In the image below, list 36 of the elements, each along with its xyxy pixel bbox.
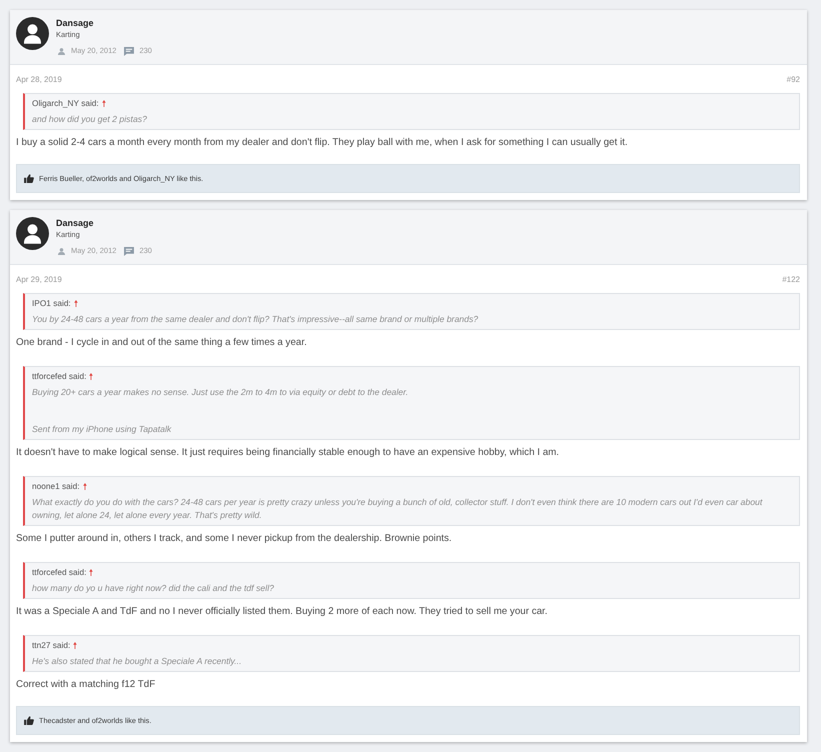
post-number-link[interactable]: #92 <box>786 74 800 86</box>
quote-attribution: noone1 said: <box>32 480 80 493</box>
post-date-link[interactable]: Apr 29, 2019 <box>16 274 62 286</box>
quote-attribution: ttforcefed said: <box>32 370 86 383</box>
post-number-link[interactable]: #122 <box>782 274 800 286</box>
up-arrow-icon[interactable] <box>102 100 106 106</box>
chat-bubble-icon <box>124 46 134 56</box>
quote-attribution: Oligarch_NY said: <box>32 97 99 110</box>
chat-bubble-icon <box>124 246 134 256</box>
quote-text: What exactly do you do with the cars? 24-48 cars per year is pretty crazy unless you're buying a bunch of old, collector stuff. I don't even think there are 10 modern cars out I'd even car about owning, let alone 24, let alone every year. That's pretty wild. <box>32 496 764 522</box>
person-icon <box>58 248 65 254</box>
quote-attribution: IPO1 said: <box>32 297 71 310</box>
quote-text: Sent from my iPhone using Tapatalk <box>32 423 172 436</box>
username-link[interactable]: Dansage <box>56 17 94 29</box>
up-arrow-icon[interactable] <box>82 482 87 490</box>
post-text: I buy a solid 2-4 cars a month every month from my dealer and don't flip. They play ball with me, when I ask for something I can usually get it. <box>16 136 629 150</box>
quote-text: and how did you get 2 pistas? <box>32 113 148 126</box>
quote-text: You by 24-48 cars a year from the same dealer and don't flip? That's impressive--all same brand or multiple brands? <box>32 313 480 326</box>
quote-text: how many do yo u have right now? did the cali and the tdf sell? <box>32 582 275 595</box>
up-arrow-icon[interactable] <box>74 300 78 306</box>
post-text: It doesn't have to make logical sense. It just requires being financially stable enough to have an expensive hobby, which I am. <box>16 446 560 460</box>
post-text: Correct with a matching f12 TdF <box>16 678 156 692</box>
post-text: One brand - I cycle in and out of the same thing a few times a year. <box>16 336 308 350</box>
quote-text: Buying 20+ cars a year makes no sense. Just use the 2m to 4m to via equity or debt to the dealer. <box>32 386 410 399</box>
post-text: It was a Speciale A and TdF and no I never officially listed them. Buying 2 more of each now. They tried to sell me your car. <box>16 605 548 619</box>
quote-attribution: ttn27 said: <box>32 639 70 652</box>
quote-text: He's also stated that he bought a Speciale A recently... <box>32 655 242 668</box>
username-link[interactable]: Dansage <box>56 217 94 229</box>
avatar-icon[interactable] <box>16 217 49 250</box>
thumbs-up-icon <box>24 716 34 725</box>
thumbs-up-icon <box>24 174 34 183</box>
quote-attribution: ttforcefed said: <box>32 566 86 579</box>
avatar-icon[interactable] <box>16 17 49 50</box>
person-icon <box>58 48 65 54</box>
post-date-link[interactable]: Apr 28, 2019 <box>16 74 62 86</box>
post-text: Some I putter around in, others I track, and some I never pickup from the dealership. Brownie points. <box>16 532 453 546</box>
